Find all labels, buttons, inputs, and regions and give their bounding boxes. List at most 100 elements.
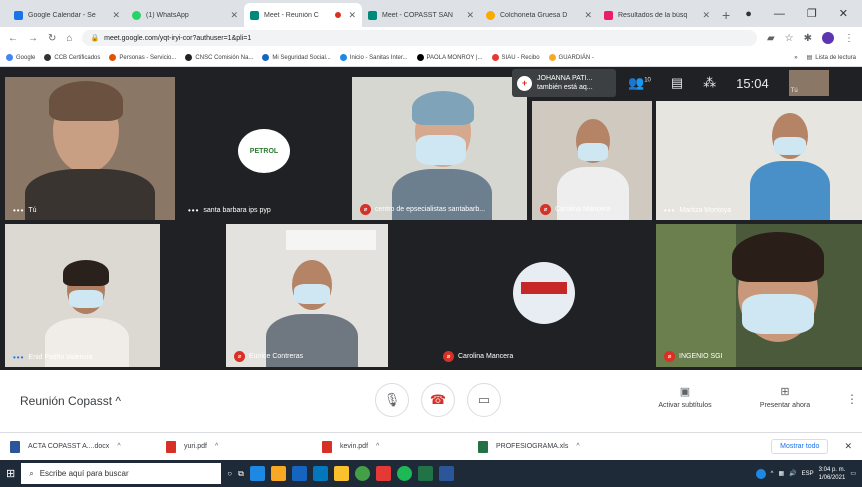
self-view-thumbnail[interactable]: Tú [788, 70, 829, 96]
participant-tile[interactable]: ⌀ INGENIO SGI [656, 224, 862, 367]
browser-tab[interactable]: Resultados de la búsq ✕ [598, 3, 716, 27]
chrome-icon[interactable] [354, 466, 370, 481]
camera-icon: ▭ [477, 392, 491, 407]
browser-tab[interactable]: Meet - COPASST SAN ✕ [362, 3, 480, 27]
join-notification[interactable]: + JOHANNA PATI... también está aq... [512, 69, 616, 97]
participant-tile[interactable]: ••• Tú [5, 77, 175, 220]
activities-icon[interactable]: ⁂ [703, 75, 716, 91]
bookmark-item[interactable]: PAOLA MONROY |... [416, 54, 483, 61]
volume-icon[interactable]: 🔊 [789, 470, 796, 477]
browser-tab[interactable]: Google Calendar - Se ✕ [8, 3, 126, 27]
home-icon[interactable]: ⌂ [66, 33, 72, 44]
bookmark-item[interactable]: CNSC Comisión Na... [185, 54, 253, 61]
file-explorer-icon[interactable] [270, 466, 286, 481]
browser-tab[interactable]: Colchoneta Gruesa D ✕ [480, 3, 598, 27]
excel-icon[interactable] [417, 466, 433, 481]
close-icon[interactable]: ✕ [348, 10, 356, 21]
participant-tile[interactable]: ⌀ centro de epsecialistas santabarb... [352, 77, 527, 220]
captions-icon: ▣ [679, 386, 691, 398]
close-icon[interactable]: ✕ [112, 10, 120, 21]
close-icon[interactable]: ✕ [702, 10, 710, 21]
chevron-up-icon[interactable]: ^ [576, 443, 579, 450]
taskbar-search[interactable]: ⌕ Escribe aquí para buscar [21, 463, 222, 484]
chevron-up-icon[interactable]: ^ [771, 471, 774, 477]
mail-icon[interactable] [312, 466, 328, 481]
bookmark-item[interactable]: Google [6, 54, 35, 61]
download-item[interactable]: ACTA COPASST A....docx ^ [10, 440, 150, 453]
bookmark-item[interactable]: Personas - Servicio... [109, 54, 176, 61]
present-button[interactable]: ⊞ Presentar ahora [740, 385, 830, 409]
task-view-icon[interactable]: ⧉ [238, 469, 244, 479]
chat-icon[interactable]: ▤ [671, 75, 683, 91]
download-item[interactable]: PROFESIOGRAMA.xls ^ [478, 440, 618, 453]
profile-avatar[interactable] [822, 32, 834, 44]
download-item[interactable]: kevin.pdf ^ [322, 440, 462, 453]
forward-icon[interactable]: → [28, 33, 38, 44]
meeting-details[interactable]: Reunión Copasst ^ [20, 394, 121, 408]
language-indicator[interactable]: ESP [802, 471, 814, 477]
bookmark-item[interactable]: SIAU - Recibo [491, 54, 540, 61]
chevron-up-icon[interactable]: ^ [215, 443, 218, 450]
back-icon[interactable]: ← [8, 33, 18, 44]
browser-tab-active[interactable]: Meet - Reunión C ✕ [244, 3, 362, 27]
spotify-icon[interactable] [396, 466, 412, 481]
site-icon [185, 54, 193, 61]
leave-call-button[interactable]: ☎ [421, 383, 455, 417]
network-icon[interactable]: ▦ [778, 470, 784, 477]
edge-icon[interactable] [249, 466, 265, 481]
close-icon[interactable]: ✕ [844, 441, 852, 452]
show-all-downloads-button[interactable]: Mostrar todo [771, 439, 829, 454]
reload-icon[interactable]: ↻ [48, 33, 56, 44]
system-tray: ^ ▦ 🔊 ESP 3:04 p. m. 1/06/2021 ▭ [755, 466, 856, 482]
windows-taskbar: ⊞ ⌕ Escribe aquí para buscar ○ ⧉ ^ ▦ 🔊 ES… [0, 460, 862, 487]
bookmark-item[interactable]: Inicio - Sanitas Inter... [339, 54, 408, 61]
close-icon[interactable]: ✕ [230, 10, 238, 21]
participant-tile[interactable]: ⌀ Eunice Contreras [226, 224, 388, 367]
star-icon[interactable]: ☆ [785, 33, 794, 44]
participant-name: ••• Maritza Montoya [664, 206, 732, 215]
camera-button[interactable]: ▭ [467, 383, 501, 417]
bookmark-item[interactable]: Mi Seguridad Social... [262, 54, 331, 61]
participant-tile[interactable]: PETROL ••• santa barbara ips pyp [180, 77, 348, 220]
extensions-icon[interactable]: ✱ [804, 33, 812, 44]
address-bar[interactable]: 🔒 meet.google.com/yqt-iryi-cor?authuser=… [82, 30, 757, 46]
bookmark-item[interactable]: CCB Certificados [44, 54, 100, 61]
tray-app-icon[interactable] [755, 468, 766, 479]
participant-tile[interactable]: ⌀ Carolina Mancera [532, 101, 652, 220]
word-icon[interactable] [438, 466, 454, 481]
reading-list[interactable]: ▤ Lista de lectura [807, 54, 856, 62]
cortana-icon[interactable]: ○ [227, 469, 232, 478]
meet-controls: Reunión Copasst ^ 🎙 ☎ ▭ ▣ Activar subtítu… [0, 370, 862, 432]
site-icon [416, 54, 424, 61]
more-bookmarks-icon[interactable]: » [794, 55, 797, 61]
chevron-up-icon[interactable]: ^ [376, 443, 379, 450]
store-icon[interactable] [291, 466, 307, 481]
close-icon[interactable]: ✕ [584, 10, 592, 21]
notifications-icon[interactable]: ▭ [850, 470, 856, 477]
participant-tile[interactable]: ⌀ Carolina Mancera [435, 224, 647, 367]
maximize-icon[interactable]: ❐ [807, 7, 817, 20]
participant-tile[interactable]: ••• Maritza Montoya [656, 101, 862, 220]
download-item[interactable]: yuri.pdf ^ [166, 440, 306, 453]
minimize-icon[interactable]: — [774, 8, 785, 20]
participant-tile[interactable]: ••• Enid Patiño Valencia [5, 224, 160, 367]
chevron-up-icon[interactable]: ^ [117, 443, 120, 450]
windows-start-icon[interactable]: ⊞ [6, 467, 15, 480]
captions-button[interactable]: ▣ Activar subtítulos [640, 385, 730, 409]
people-icon[interactable]: 👥10 [628, 75, 651, 91]
close-window-icon[interactable]: ✕ [839, 7, 848, 20]
bookmark-item[interactable]: GUARDIÁN - [548, 54, 594, 61]
app-icon[interactable] [375, 466, 391, 481]
taskbar-clock[interactable]: 3:04 p. m. 1/06/2021 [819, 466, 846, 482]
google-icon [6, 54, 13, 61]
mic-button[interactable]: 🎙 [375, 383, 409, 417]
menu-icon[interactable]: ⋮ [844, 33, 854, 44]
browser-tab[interactable]: (1) WhatsApp ✕ [126, 3, 244, 27]
new-tab-icon[interactable]: + [722, 7, 730, 23]
close-icon[interactable]: ✕ [466, 10, 474, 21]
more-options-icon[interactable]: ⋮ [846, 392, 858, 406]
app-icon[interactable] [333, 466, 349, 481]
camera-indicator-icon[interactable]: ▰ [767, 33, 775, 44]
lock-icon: 🔒 [90, 35, 100, 42]
meet-icon [368, 10, 377, 20]
